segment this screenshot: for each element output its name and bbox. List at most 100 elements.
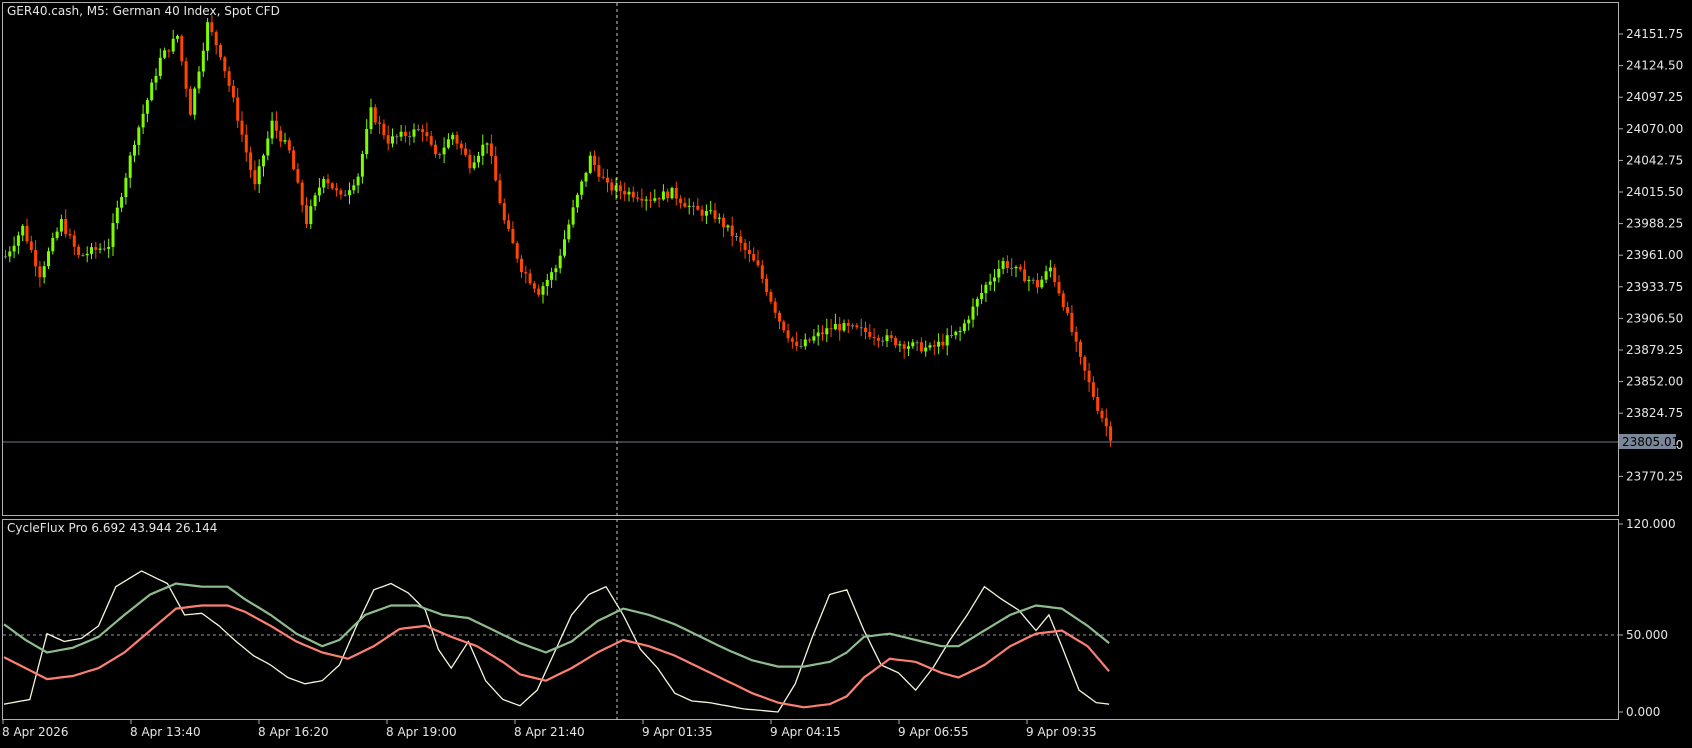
candle-body bbox=[1061, 293, 1065, 308]
candle-body bbox=[412, 129, 416, 137]
candle-body bbox=[1040, 279, 1044, 288]
candle-body bbox=[42, 266, 46, 278]
time-tick-label: 8 Apr 21:40 bbox=[514, 725, 585, 739]
candle-body bbox=[1044, 271, 1048, 280]
candle-body bbox=[1079, 341, 1082, 357]
candle-body bbox=[683, 203, 687, 207]
candle-body bbox=[442, 147, 446, 155]
candle-body bbox=[335, 188, 339, 191]
candle-body bbox=[881, 340, 885, 342]
candle-body bbox=[38, 266, 42, 278]
candle-body bbox=[339, 190, 343, 195]
candle-body bbox=[360, 153, 364, 177]
trading-terminal: GER40.cash, M5: German 40 Index, Spot CF… bbox=[0, 0, 1692, 744]
candle-body bbox=[219, 45, 222, 58]
candle-body bbox=[352, 185, 356, 191]
price-axis[interactable]: 24151.75 24124.50 24097.25 24070.00 24042.75… bbox=[1619, 27, 1683, 483]
candle-body bbox=[124, 177, 128, 197]
candle-body bbox=[395, 136, 399, 138]
candle-body bbox=[515, 243, 519, 259]
candle-body bbox=[644, 199, 648, 201]
candle-body bbox=[421, 129, 425, 133]
candle-body bbox=[223, 57, 227, 72]
candle-body bbox=[537, 288, 541, 295]
candle-body bbox=[597, 165, 601, 177]
candle-body bbox=[696, 205, 700, 210]
candle-body bbox=[898, 344, 902, 346]
candle-body bbox=[606, 177, 609, 183]
candle-body bbox=[945, 335, 949, 346]
candle-body bbox=[489, 143, 493, 157]
candle-body bbox=[176, 36, 179, 39]
candle-body bbox=[120, 196, 124, 208]
chart-area[interactable]: GER40.cash, M5: German 40 Index, Spot CF… bbox=[0, 0, 1692, 744]
candle-body bbox=[911, 342, 915, 347]
candle-body bbox=[68, 234, 72, 236]
candle-body bbox=[373, 107, 377, 123]
candle-body bbox=[154, 75, 158, 83]
candle-body bbox=[932, 345, 936, 347]
price-tick-label: 24042.75 bbox=[1626, 153, 1683, 167]
candle-body bbox=[266, 138, 270, 156]
candle-body bbox=[524, 272, 528, 274]
candle-body bbox=[692, 205, 695, 207]
candle-body bbox=[274, 120, 278, 131]
candle-body bbox=[825, 328, 829, 335]
candle-body bbox=[928, 345, 932, 348]
candle-body bbox=[653, 198, 657, 201]
candle-body bbox=[511, 229, 515, 244]
candle-body bbox=[941, 341, 945, 346]
candle-body bbox=[279, 130, 283, 142]
candle-body bbox=[1014, 266, 1018, 269]
candle-body bbox=[666, 191, 670, 199]
candle-body bbox=[1091, 382, 1095, 397]
candle-body bbox=[821, 332, 824, 335]
candle-body bbox=[184, 61, 188, 89]
current-price-badge: 23805.01 bbox=[1619, 434, 1679, 449]
candle-body bbox=[438, 154, 442, 156]
time-tick-label: 9 Apr 06:55 bbox=[898, 725, 969, 739]
candle-body bbox=[812, 336, 816, 341]
candle-body bbox=[902, 344, 906, 349]
indicator-label: CycleFlux Pro 6.692 43.944 26.144 bbox=[7, 521, 217, 535]
candle-body bbox=[829, 328, 833, 330]
price-tick-label: 24015.50 bbox=[1626, 185, 1683, 199]
candle-body bbox=[201, 50, 205, 72]
candle-body bbox=[141, 113, 145, 128]
candle-body bbox=[193, 88, 197, 115]
candle-body bbox=[313, 195, 317, 207]
candle-body bbox=[937, 341, 941, 347]
candle-body bbox=[330, 183, 334, 189]
candle-body bbox=[59, 219, 63, 232]
candle-body bbox=[90, 247, 93, 254]
candle-body bbox=[326, 179, 330, 184]
candle-body bbox=[623, 191, 627, 195]
candle-body bbox=[541, 286, 545, 295]
candle-body bbox=[102, 248, 106, 250]
candle-body bbox=[717, 217, 721, 219]
candle-body bbox=[1027, 279, 1031, 282]
candle-body bbox=[1087, 370, 1091, 383]
candle-body bbox=[975, 299, 979, 307]
candle-body bbox=[756, 260, 760, 266]
candle-body bbox=[618, 185, 622, 192]
candle-body bbox=[81, 254, 85, 256]
candle-body bbox=[446, 139, 450, 148]
candle-body bbox=[150, 82, 154, 101]
candle-body bbox=[679, 198, 683, 204]
candle-body bbox=[795, 341, 799, 346]
candle-body bbox=[554, 268, 558, 273]
candle-body bbox=[85, 253, 89, 256]
candle-body bbox=[386, 135, 390, 144]
candle-body bbox=[8, 251, 12, 257]
candle-body bbox=[868, 332, 872, 337]
candle-body bbox=[343, 194, 347, 196]
candle-body bbox=[356, 176, 360, 186]
price-tick-label: 23988.25 bbox=[1626, 217, 1683, 231]
time-tick-label: 9 Apr 04:15 bbox=[770, 725, 841, 739]
candle-body bbox=[111, 223, 115, 247]
candle-body bbox=[4, 256, 7, 258]
candle-body bbox=[128, 155, 132, 178]
candle-body bbox=[494, 156, 498, 181]
candle-body bbox=[1005, 261, 1009, 269]
